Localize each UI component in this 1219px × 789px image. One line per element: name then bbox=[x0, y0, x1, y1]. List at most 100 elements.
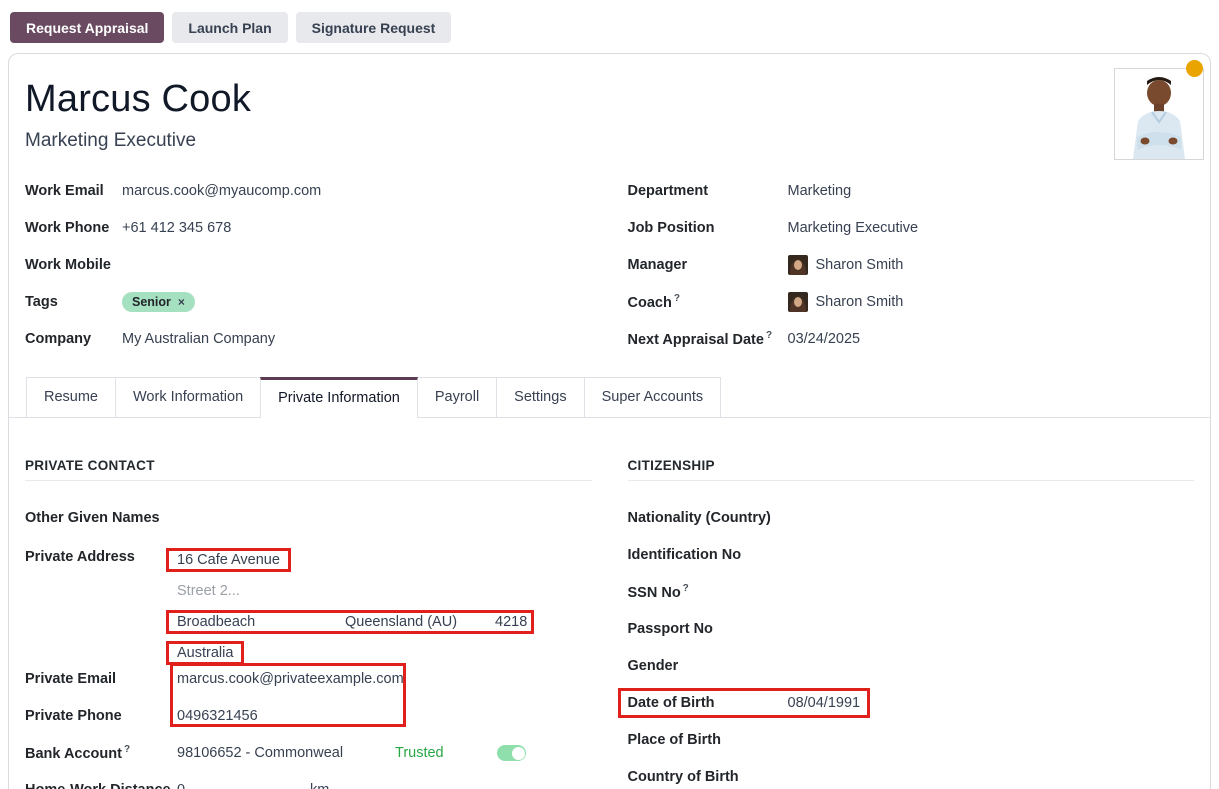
employee-info-grid: Work Email marcus.cook@myaucomp.com Work… bbox=[25, 180, 1194, 365]
tag-remove-icon[interactable]: × bbox=[178, 295, 185, 309]
employee-photo[interactable] bbox=[1114, 68, 1204, 160]
country-of-birth-row: Country of Birth bbox=[628, 766, 1195, 788]
job-position-row: Job Position Marketing Executive bbox=[628, 217, 1195, 239]
address-country-line: Australia bbox=[177, 637, 534, 668]
private-email-row: Private Email marcus.cook@privateexample… bbox=[25, 668, 592, 690]
coach-value[interactable]: Sharon Smith bbox=[788, 292, 904, 312]
department-value[interactable]: Marketing bbox=[788, 183, 852, 199]
next-appraisal-date-row: Next Appraisal Date? 03/24/2025 bbox=[628, 328, 1195, 350]
home-work-distance-label: Home-Work Distance bbox=[25, 782, 177, 789]
private-email-value[interactable]: marcus.cook@privateexample.com bbox=[177, 671, 404, 687]
place-of-birth-label: Place of Birth bbox=[628, 732, 788, 748]
manager-row: Manager Sharon Smith bbox=[628, 254, 1195, 276]
country-value[interactable]: Australia bbox=[177, 645, 233, 661]
gender-row: Gender bbox=[628, 655, 1195, 677]
street-annotation-box: 16 Cafe Avenue bbox=[166, 548, 291, 572]
ssn-row: SSN No? bbox=[628, 581, 1195, 603]
work-email-label: Work Email bbox=[25, 183, 122, 199]
employee-name[interactable]: Marcus Cook bbox=[25, 76, 1194, 122]
zip-value[interactable]: 4218 bbox=[495, 614, 527, 630]
signature-request-button[interactable]: Signature Request bbox=[296, 12, 452, 43]
home-work-distance-value[interactable]: 0 bbox=[177, 782, 310, 789]
citizenship-title: CITIZENSHIP bbox=[628, 458, 1195, 473]
passport-row: Passport No bbox=[628, 618, 1195, 640]
employee-job-title[interactable]: Marketing Executive bbox=[25, 130, 1194, 152]
coach-row: Coach? Sharon Smith bbox=[628, 291, 1195, 313]
tab-settings[interactable]: Settings bbox=[496, 377, 584, 417]
tag-senior[interactable]: Senior × bbox=[122, 292, 195, 312]
trusted-toggle[interactable] bbox=[497, 745, 526, 761]
private-address-row: Private Address 16 Cafe Avenue Street 2.… bbox=[25, 544, 592, 668]
work-phone-value[interactable]: +61 412 345 678 bbox=[122, 220, 231, 236]
bank-account-row: Bank Account? 98106652 - Commonweal Trus… bbox=[25, 742, 592, 764]
address-city-line: Broadbeach Queensland (AU) 4218 bbox=[177, 606, 534, 637]
citizenship-section: CITIZENSHIP Nationality (Country) Identi… bbox=[628, 458, 1195, 789]
statusbar: Request Appraisal Launch Plan Signature … bbox=[0, 0, 1219, 53]
tags-label: Tags bbox=[25, 294, 122, 310]
job-position-value[interactable]: Marketing Executive bbox=[788, 220, 919, 236]
private-email-label: Private Email bbox=[25, 671, 177, 687]
tab-resume[interactable]: Resume bbox=[26, 377, 116, 417]
request-appraisal-button[interactable]: Request Appraisal bbox=[10, 12, 164, 43]
country-annotation-box: Australia bbox=[166, 641, 244, 665]
address-street-line: 16 Cafe Avenue bbox=[177, 544, 534, 575]
identification-row: Identification No bbox=[628, 544, 1195, 566]
tab-private-information[interactable]: Private Information bbox=[260, 377, 418, 418]
coach-name: Sharon Smith bbox=[816, 294, 904, 310]
state-value[interactable]: Queensland (AU) bbox=[345, 614, 495, 630]
tags-row: Tags Senior × bbox=[25, 291, 592, 313]
private-contact-title: PRIVATE CONTACT bbox=[25, 458, 592, 473]
work-phone-label: Work Phone bbox=[25, 220, 122, 236]
private-contact-section: PRIVATE CONTACT Other Given Names Privat… bbox=[25, 458, 592, 789]
gender-label: Gender bbox=[628, 658, 788, 674]
company-row: Company My Australian Company bbox=[25, 328, 592, 350]
coach-avatar bbox=[788, 292, 808, 312]
company-value[interactable]: My Australian Company bbox=[122, 331, 275, 347]
trusted-label: Trusted bbox=[395, 745, 497, 761]
nationality-row: Nationality (Country) bbox=[628, 507, 1195, 529]
private-phone-row: Private Phone 0496321456 bbox=[25, 705, 592, 727]
employee-photo-image bbox=[1115, 69, 1203, 159]
address-street2-line: Street 2... bbox=[177, 575, 534, 606]
department-label: Department bbox=[628, 183, 788, 199]
work-email-value[interactable]: marcus.cook@myaucomp.com bbox=[122, 183, 321, 199]
bank-account-value[interactable]: 98106652 - Commonweal bbox=[177, 745, 395, 761]
ssn-label: SSN No? bbox=[628, 583, 788, 601]
manager-avatar bbox=[788, 255, 808, 275]
identification-label: Identification No bbox=[628, 547, 788, 563]
place-of-birth-row: Place of Birth bbox=[628, 729, 1195, 751]
info-right-column: Department Marketing Job Position Market… bbox=[628, 180, 1195, 365]
bank-account-label: Bank Account? bbox=[25, 744, 177, 762]
manager-name: Sharon Smith bbox=[816, 257, 904, 273]
city-annotation-box: Broadbeach Queensland (AU) 4218 bbox=[166, 610, 534, 634]
tab-super-accounts[interactable]: Super Accounts bbox=[584, 377, 722, 417]
street2-placeholder[interactable]: Street 2... bbox=[177, 583, 240, 599]
city-value[interactable]: Broadbeach bbox=[177, 614, 345, 630]
next-appraisal-date-value[interactable]: 03/24/2025 bbox=[788, 331, 861, 347]
manager-value[interactable]: Sharon Smith bbox=[788, 255, 904, 275]
passport-label: Passport No bbox=[628, 621, 788, 637]
nationality-label: Nationality (Country) bbox=[628, 510, 788, 526]
form-sheet: Marcus Cook Marketing Executive Work Ema… bbox=[8, 53, 1211, 789]
date-of-birth-value[interactable]: 08/04/1991 bbox=[788, 695, 861, 711]
tag-senior-text: Senior bbox=[132, 295, 171, 309]
tab-work-information[interactable]: Work Information bbox=[115, 377, 261, 417]
launch-plan-button[interactable]: Launch Plan bbox=[172, 12, 287, 43]
private-information-page: PRIVATE CONTACT Other Given Names Privat… bbox=[25, 418, 1194, 789]
work-phone-row: Work Phone +61 412 345 678 bbox=[25, 217, 592, 239]
info-left-column: Work Email marcus.cook@myaucomp.com Work… bbox=[25, 180, 592, 365]
private-phone-label: Private Phone bbox=[25, 708, 177, 724]
company-label: Company bbox=[25, 331, 122, 347]
private-address-block: 16 Cafe Avenue Street 2... Broadbeach Qu… bbox=[177, 544, 534, 668]
private-contact-divider bbox=[25, 480, 592, 481]
tab-payroll[interactable]: Payroll bbox=[417, 377, 497, 417]
bank-account-help-icon: ? bbox=[124, 744, 130, 755]
distance-unit-label: km bbox=[310, 782, 329, 789]
presence-indicator-icon bbox=[1186, 60, 1203, 77]
manager-label: Manager bbox=[628, 257, 788, 273]
next-appraisal-date-label: Next Appraisal Date? bbox=[628, 330, 788, 348]
other-given-names-label: Other Given Names bbox=[25, 510, 177, 526]
private-phone-value[interactable]: 0496321456 bbox=[177, 708, 258, 724]
coach-label: Coach? bbox=[628, 293, 788, 311]
street-value[interactable]: 16 Cafe Avenue bbox=[177, 552, 280, 568]
